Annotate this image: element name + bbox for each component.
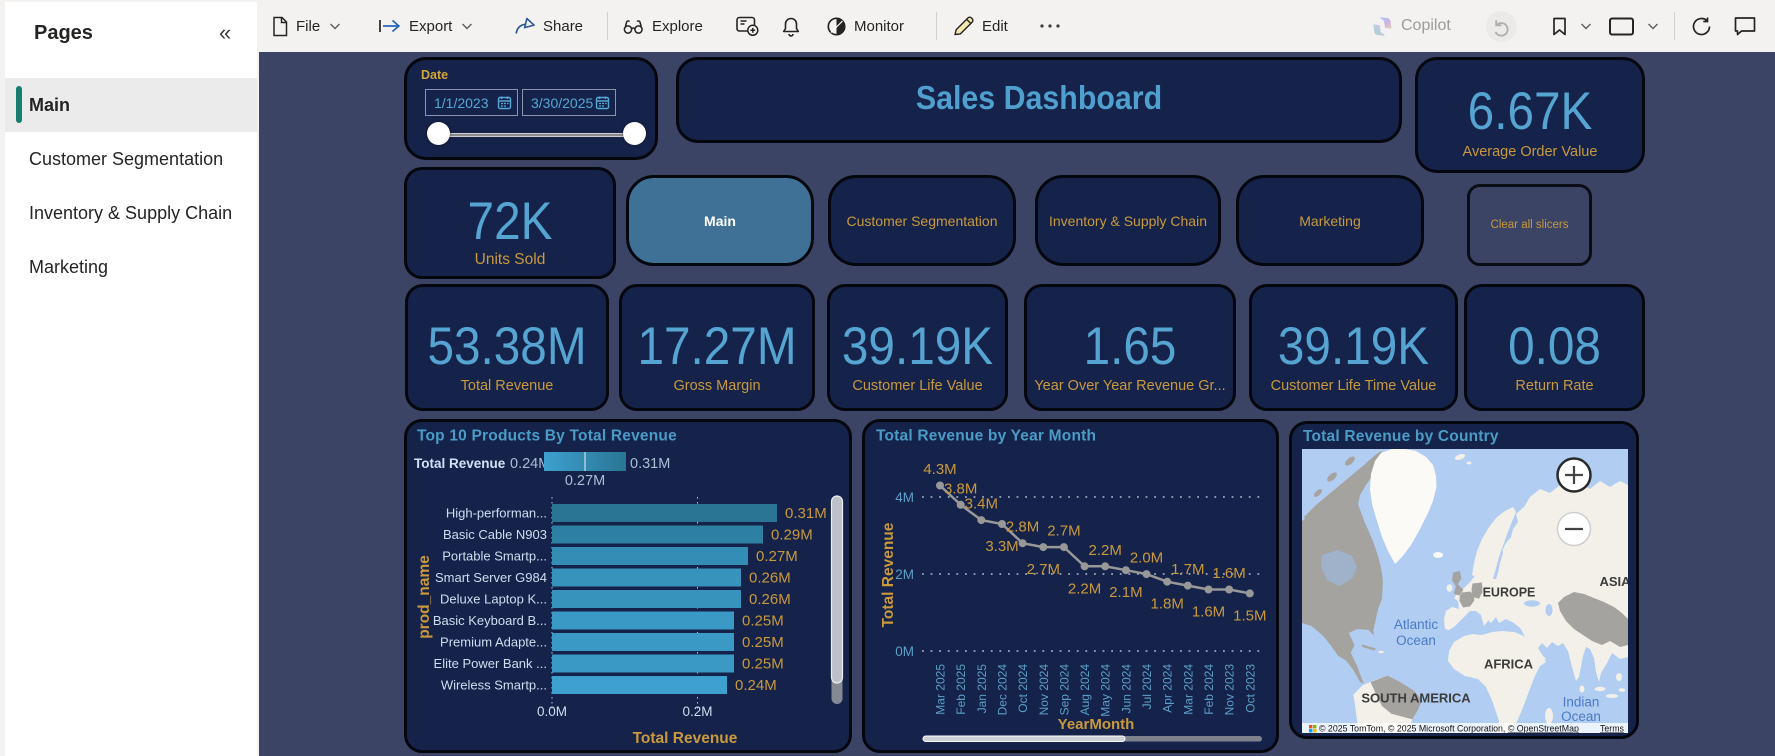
svg-text:May 2024: May 2024 <box>1099 664 1113 717</box>
svg-text:0.25M: 0.25M <box>742 613 784 630</box>
svg-text:Basic Keyboard B...: Basic Keyboard B... <box>433 613 547 628</box>
svg-text:Mar 2024: Mar 2024 <box>1181 664 1195 715</box>
svg-text:2.7M: 2.7M <box>1027 561 1060 578</box>
svg-text:2.0M: 2.0M <box>1130 550 1163 567</box>
svg-text:Total Revenue: Total Revenue <box>414 456 506 471</box>
svg-text:3.3M: 3.3M <box>985 538 1018 555</box>
svg-text:Dec 2024: Dec 2024 <box>996 664 1010 716</box>
svg-text:2.1M: 2.1M <box>1109 584 1142 601</box>
svg-text:Basic Cable N903: Basic Cable N903 <box>443 527 547 542</box>
svg-text:Terms: Terms <box>1600 724 1625 734</box>
svg-text:1.6M: 1.6M <box>1192 604 1225 621</box>
svg-text:1.7M: 1.7M <box>1171 561 1204 578</box>
svg-text:Apr 2024: Apr 2024 <box>1161 664 1175 713</box>
svg-text:0.2M: 0.2M <box>682 704 712 719</box>
svg-text:1.6M: 1.6M <box>1212 565 1245 582</box>
svg-text:Ocean: Ocean <box>1561 709 1601 724</box>
svg-text:2.2M: 2.2M <box>1089 542 1122 559</box>
svg-text:0.24M: 0.24M <box>735 677 777 694</box>
svg-text:Jun 2024: Jun 2024 <box>1119 664 1133 714</box>
svg-text:3.4M: 3.4M <box>965 496 998 513</box>
svg-text:2.2M: 2.2M <box>1068 580 1101 597</box>
svg-text:1.8M: 1.8M <box>1151 596 1184 613</box>
svg-text:0.27M: 0.27M <box>756 548 798 565</box>
svg-text:0.31M: 0.31M <box>785 505 827 522</box>
svg-text:ASIA: ASIA <box>1599 574 1628 589</box>
svg-text:Sep 2024: Sep 2024 <box>1057 664 1071 716</box>
svg-text:YearMonth: YearMonth <box>1058 716 1135 733</box>
svg-text:Mar 2025: Mar 2025 <box>934 664 948 715</box>
svg-text:Atlantic: Atlantic <box>1394 617 1439 632</box>
svg-text:0.25M: 0.25M <box>742 634 784 651</box>
svg-text:Feb 2025: Feb 2025 <box>954 664 968 715</box>
svg-text:Ocean: Ocean <box>1396 633 1436 648</box>
svg-text:0.25M: 0.25M <box>742 656 784 673</box>
svg-text:2.7M: 2.7M <box>1047 523 1080 540</box>
svg-text:0.26M: 0.26M <box>749 591 791 608</box>
svg-text:0M: 0M <box>895 644 914 659</box>
svg-text:4M: 4M <box>895 490 914 505</box>
svg-text:Jul 2024: Jul 2024 <box>1140 664 1154 710</box>
svg-text:Premium Adapte...: Premium Adapte... <box>440 635 547 650</box>
svg-text:Deluxe Laptop K...: Deluxe Laptop K... <box>440 592 547 607</box>
svg-text:Portable Smartp...: Portable Smartp... <box>442 549 547 564</box>
svg-text:Total Revenue by Year Month: Total Revenue by Year Month <box>876 428 1096 445</box>
svg-text:SOUTH AMERICA: SOUTH AMERICA <box>1361 691 1471 706</box>
svg-text:0.27M: 0.27M <box>565 473 605 489</box>
svg-text:High-performan...: High-performan... <box>446 506 547 521</box>
svg-text:EUROPE: EUROPE <box>1483 586 1536 600</box>
svg-text:Smart Server G984: Smart Server G984 <box>435 570 547 585</box>
svg-text:Indian: Indian <box>1563 695 1600 710</box>
svg-text:Wireless Smartp...: Wireless Smartp... <box>441 678 547 693</box>
svg-text:1.5M: 1.5M <box>1233 607 1266 624</box>
svg-text:Total Revenue: Total Revenue <box>633 730 738 747</box>
svg-text:2.8M: 2.8M <box>1006 519 1039 536</box>
svg-text:© 2025 TomTom, © 2025 Microsof: © 2025 TomTom, © 2025 Microsoft Corporat… <box>1319 724 1579 734</box>
svg-text:0.31M: 0.31M <box>630 456 670 472</box>
svg-text:Oct 2024: Oct 2024 <box>1016 664 1030 713</box>
svg-text:Nov 2024: Nov 2024 <box>1037 664 1051 716</box>
svg-text:Nov 2023: Nov 2023 <box>1223 664 1237 716</box>
svg-text:2M: 2M <box>895 567 914 582</box>
svg-text:AFRICA: AFRICA <box>1484 657 1534 672</box>
svg-text:prod_name: prod_name <box>416 555 433 639</box>
svg-text:0.26M: 0.26M <box>749 570 791 587</box>
svg-text:Feb 2024: Feb 2024 <box>1202 664 1216 715</box>
svg-text:4.3M: 4.3M <box>923 461 956 478</box>
svg-text:Elite Power Bank ...: Elite Power Bank ... <box>434 656 547 671</box>
svg-text:Oct 2023: Oct 2023 <box>1243 664 1257 713</box>
svg-text:Aug 2024: Aug 2024 <box>1078 664 1092 716</box>
svg-text:0.0M: 0.0M <box>537 704 567 719</box>
svg-text:Top 10 Products By Total Reven: Top 10 Products By Total Revenue <box>417 428 677 445</box>
svg-text:0.29M: 0.29M <box>771 527 813 544</box>
svg-text:Jan 2025: Jan 2025 <box>975 664 989 714</box>
